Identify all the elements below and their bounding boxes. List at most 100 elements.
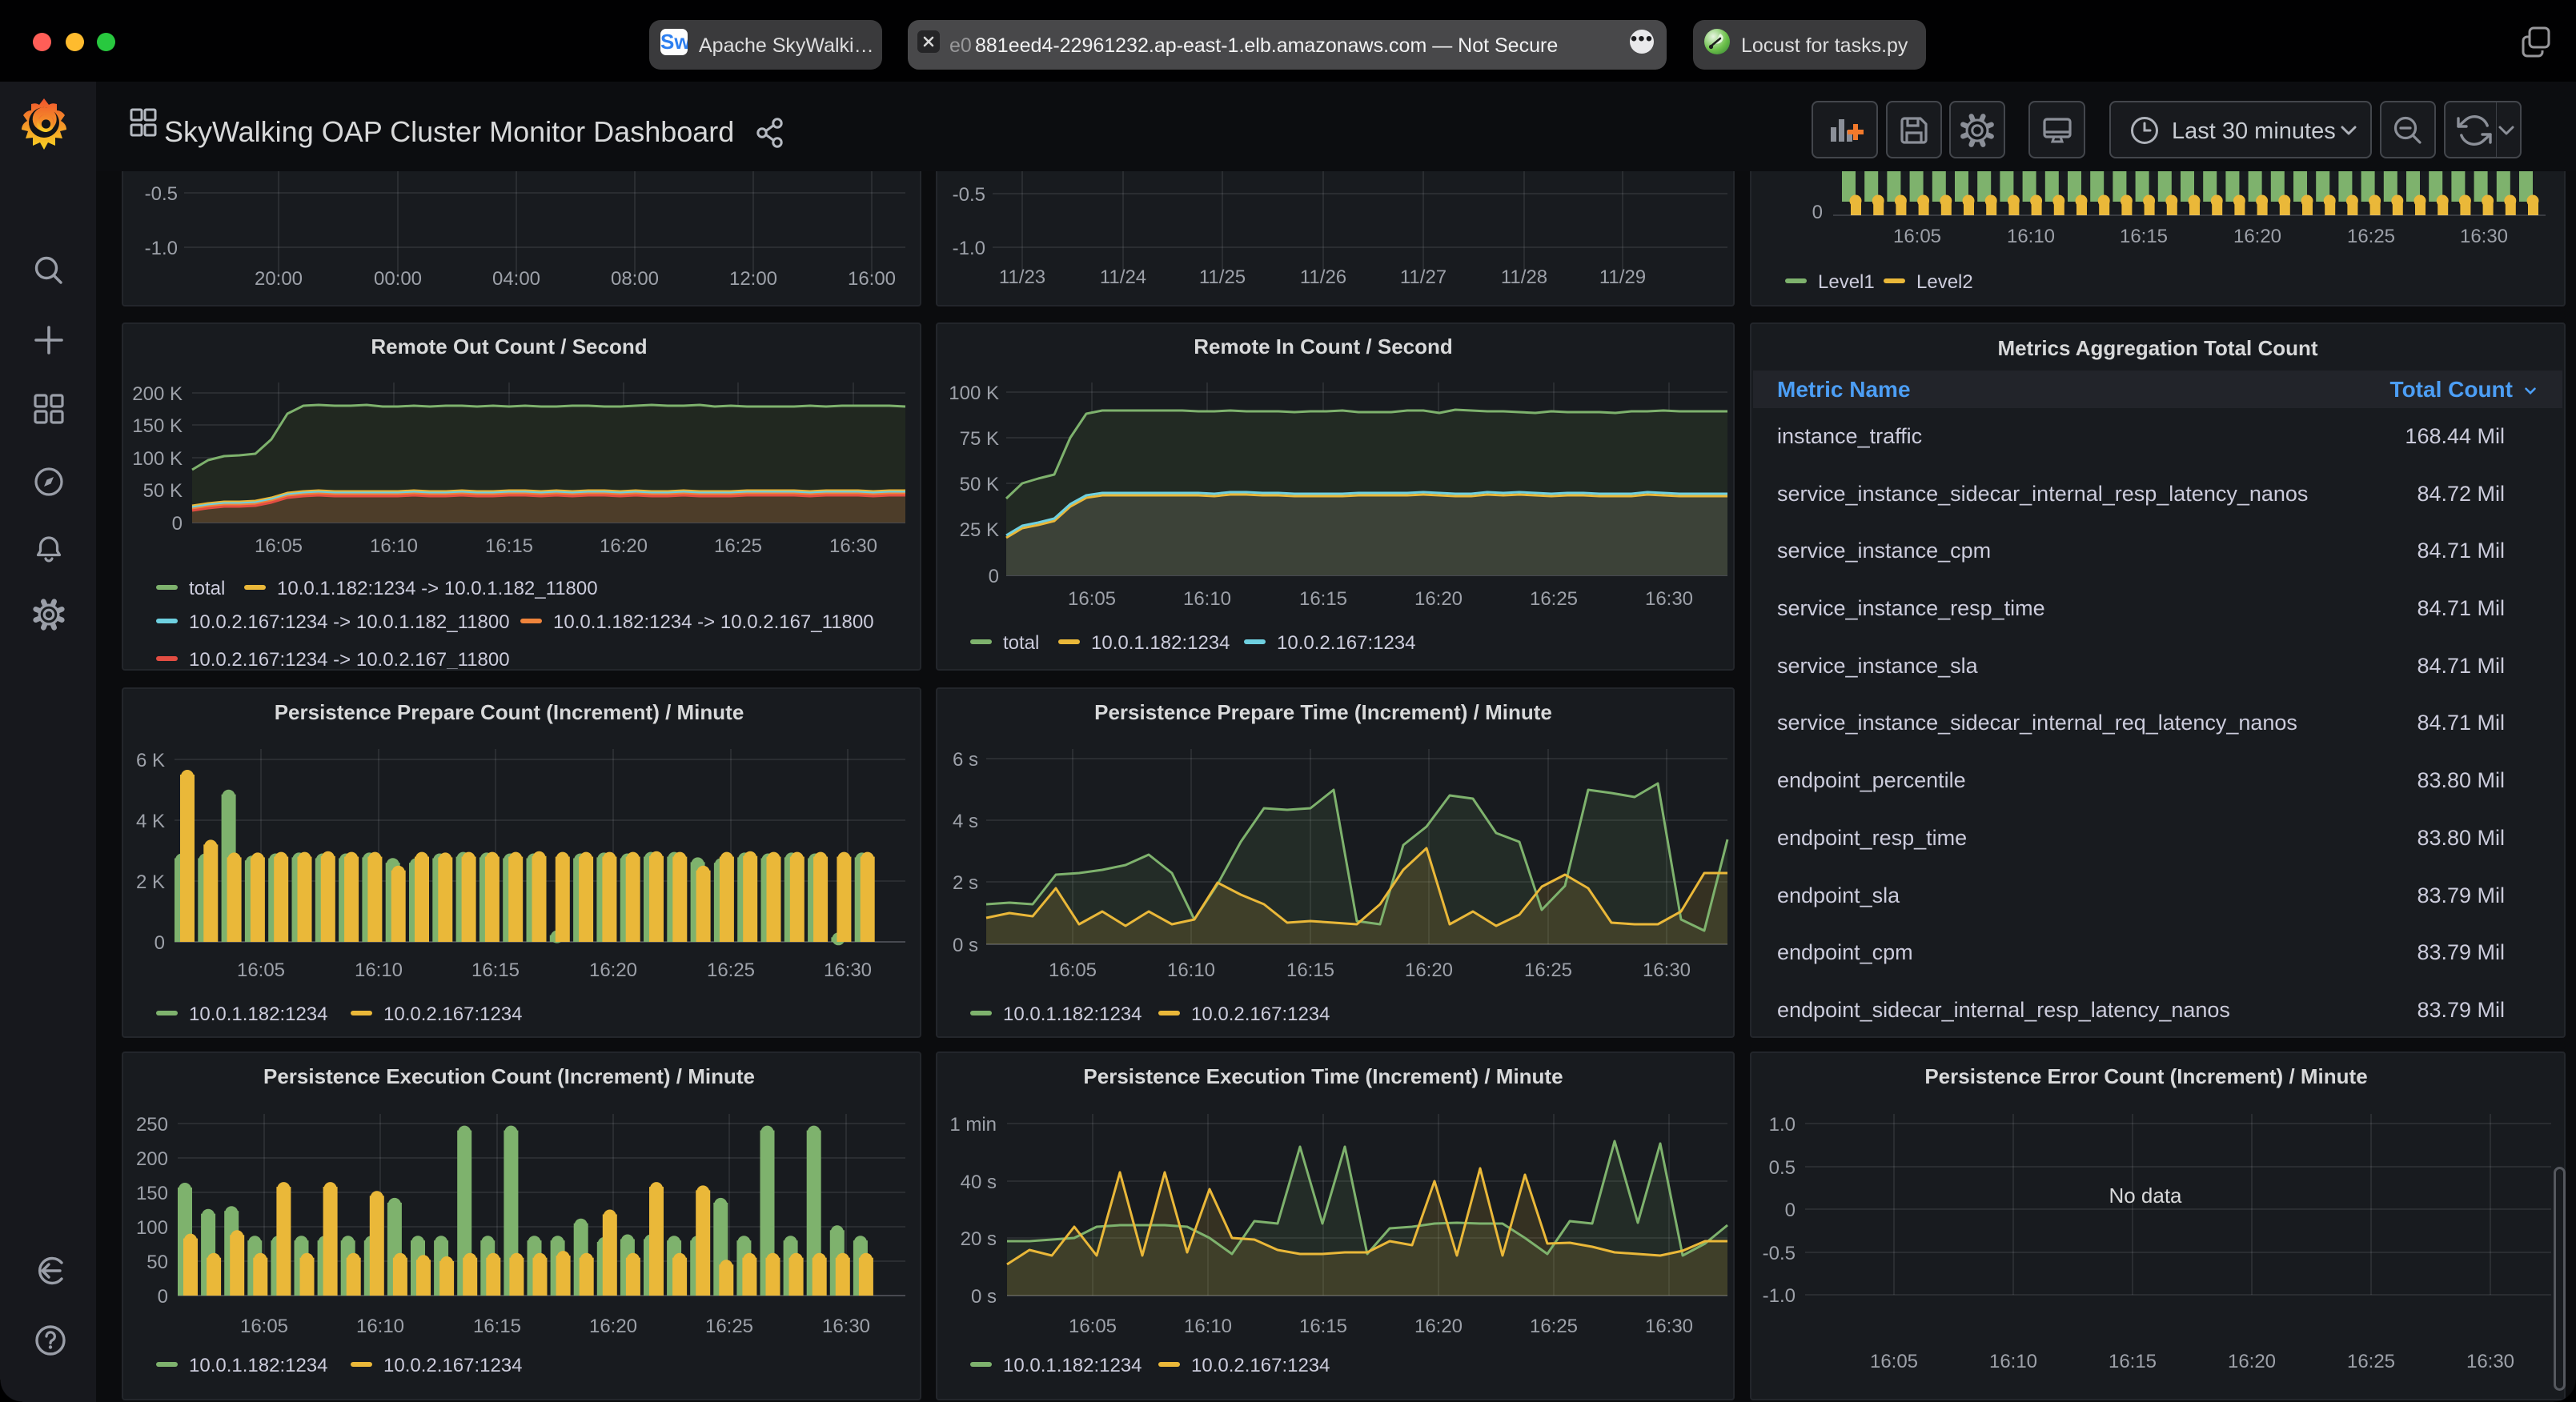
svg-text:40 s: 40 s bbox=[961, 1172, 997, 1193]
svg-text:16:15: 16:15 bbox=[2109, 1351, 2157, 1372]
svg-text:Level2: Level2 bbox=[1916, 271, 1973, 293]
svg-text:50 K: 50 K bbox=[143, 480, 183, 502]
svg-text:16:10: 16:10 bbox=[370, 535, 418, 557]
svg-text:16:05: 16:05 bbox=[1870, 1351, 1918, 1372]
svg-text:16:05: 16:05 bbox=[255, 535, 303, 557]
svg-text:16:10: 16:10 bbox=[2007, 226, 2055, 247]
svg-text:12:00: 12:00 bbox=[729, 268, 777, 290]
svg-text:1.0: 1.0 bbox=[1769, 1114, 1796, 1136]
svg-text:11/29: 11/29 bbox=[1599, 266, 1646, 288]
svg-text:16:30: 16:30 bbox=[2466, 1351, 2514, 1372]
svg-text:Remote Out Count / Second: Remote Out Count / Second bbox=[371, 334, 647, 359]
svg-text:16:15: 16:15 bbox=[2120, 226, 2168, 247]
svg-text:16:05: 16:05 bbox=[237, 959, 285, 981]
svg-text:10.0.1.182:1234: 10.0.1.182:1234 bbox=[189, 1355, 328, 1376]
svg-text:16:25: 16:25 bbox=[705, 1316, 753, 1337]
svg-text:-1.0: -1.0 bbox=[1763, 1285, 1796, 1307]
svg-text:00:00: 00:00 bbox=[374, 268, 422, 290]
svg-text:Persistence Error Count (Incre: Persistence Error Count (Increment) / Mi… bbox=[1924, 1064, 2367, 1088]
svg-text:Remote In Count / Second: Remote In Count / Second bbox=[1194, 334, 1453, 359]
svg-text:16:10: 16:10 bbox=[1183, 588, 1231, 610]
svg-text:75 K: 75 K bbox=[960, 428, 999, 450]
svg-text:16:20: 16:20 bbox=[1414, 588, 1463, 610]
svg-text:16:30: 16:30 bbox=[1645, 1316, 1693, 1337]
svg-text:10.0.2.167:1234 -> 10.0.1.182_: 10.0.2.167:1234 -> 10.0.1.182_11800 bbox=[189, 611, 510, 633]
svg-text:16:20: 16:20 bbox=[1414, 1316, 1463, 1337]
svg-text:16:20: 16:20 bbox=[600, 535, 648, 557]
svg-text:16:05: 16:05 bbox=[1068, 588, 1116, 610]
svg-text:11/23: 11/23 bbox=[999, 266, 1045, 288]
svg-text:10.0.1.182:1234 -> 10.0.1.182_: 10.0.1.182:1234 -> 10.0.1.182_11800 bbox=[277, 578, 598, 599]
svg-text:10.0.2.167:1234: 10.0.2.167:1234 bbox=[1191, 1355, 1330, 1376]
svg-text:50 K: 50 K bbox=[960, 474, 999, 495]
svg-text:08:00: 08:00 bbox=[611, 268, 659, 290]
svg-text:Persistence Execution Time (In: Persistence Execution Time (Increment) /… bbox=[1083, 1064, 1563, 1088]
svg-text:0: 0 bbox=[1785, 1200, 1796, 1221]
svg-text:16:05: 16:05 bbox=[1049, 959, 1097, 981]
svg-text:20 s: 20 s bbox=[961, 1228, 997, 1250]
svg-text:11/28: 11/28 bbox=[1501, 266, 1547, 288]
svg-text:20:00: 20:00 bbox=[255, 268, 303, 290]
svg-text:16:25: 16:25 bbox=[714, 535, 762, 557]
svg-text:-0.5: -0.5 bbox=[953, 184, 985, 206]
svg-text:16:25: 16:25 bbox=[2347, 1351, 2395, 1372]
svg-text:16:30: 16:30 bbox=[1645, 588, 1693, 610]
svg-text:4 K: 4 K bbox=[136, 811, 165, 832]
svg-text:04:00: 04:00 bbox=[492, 268, 540, 290]
svg-text:-0.5: -0.5 bbox=[1763, 1243, 1796, 1264]
svg-text:2 s: 2 s bbox=[953, 872, 978, 894]
svg-text:Persistence Prepare Time (Incr: Persistence Prepare Time (Increment) / M… bbox=[1094, 700, 1552, 724]
svg-text:16:15: 16:15 bbox=[473, 1316, 521, 1337]
svg-text:10.0.1.182:1234: 10.0.1.182:1234 bbox=[1003, 1355, 1142, 1376]
svg-text:16:25: 16:25 bbox=[707, 959, 755, 981]
svg-text:100 K: 100 K bbox=[949, 383, 999, 404]
svg-text:16:05: 16:05 bbox=[1069, 1316, 1117, 1337]
svg-text:10.0.2.167:1234: 10.0.2.167:1234 bbox=[383, 1355, 523, 1376]
svg-text:16:00: 16:00 bbox=[848, 268, 896, 290]
svg-text:100: 100 bbox=[136, 1217, 168, 1239]
svg-text:16:15: 16:15 bbox=[1286, 959, 1334, 981]
svg-text:16:05: 16:05 bbox=[240, 1316, 288, 1337]
svg-text:No data: No data bbox=[2109, 1184, 2182, 1208]
svg-text:200: 200 bbox=[136, 1148, 168, 1170]
svg-text:16:25: 16:25 bbox=[1530, 1316, 1578, 1337]
svg-text:2 K: 2 K bbox=[136, 871, 165, 893]
svg-text:4 s: 4 s bbox=[953, 811, 978, 832]
svg-text:10.0.2.167:1234 -> 10.0.2.167_: 10.0.2.167:1234 -> 10.0.2.167_11800 bbox=[189, 649, 510, 671]
svg-text:150: 150 bbox=[136, 1183, 168, 1204]
svg-text:16:30: 16:30 bbox=[2460, 226, 2508, 247]
svg-text:250: 250 bbox=[136, 1114, 168, 1136]
svg-text:Level1: Level1 bbox=[1818, 271, 1875, 293]
svg-text:16:30: 16:30 bbox=[822, 1316, 870, 1337]
svg-text:-0.5: -0.5 bbox=[145, 183, 178, 205]
svg-text:16:20: 16:20 bbox=[589, 1316, 637, 1337]
svg-text:11/27: 11/27 bbox=[1400, 266, 1446, 288]
svg-text:16:25: 16:25 bbox=[2347, 226, 2395, 247]
svg-text:total: total bbox=[1003, 632, 1039, 654]
svg-text:10.0.1.182:1234: 10.0.1.182:1234 bbox=[189, 1003, 328, 1025]
svg-text:16:30: 16:30 bbox=[1643, 959, 1691, 981]
svg-text:10.0.1.182:1234: 10.0.1.182:1234 bbox=[1003, 1003, 1142, 1025]
svg-text:16:10: 16:10 bbox=[355, 959, 403, 981]
svg-text:10.0.1.182:1234: 10.0.1.182:1234 bbox=[1091, 632, 1230, 654]
svg-text:-1.0: -1.0 bbox=[145, 238, 178, 259]
svg-text:16:20: 16:20 bbox=[589, 959, 637, 981]
svg-text:10.0.2.167:1234: 10.0.2.167:1234 bbox=[1277, 632, 1416, 654]
svg-text:Persistence Prepare Count (Inc: Persistence Prepare Count (Increment) / … bbox=[275, 700, 744, 724]
svg-text:16:15: 16:15 bbox=[485, 535, 533, 557]
svg-text:16:20: 16:20 bbox=[2228, 1351, 2276, 1372]
svg-text:0 s: 0 s bbox=[953, 935, 978, 956]
svg-text:100 K: 100 K bbox=[132, 448, 183, 470]
svg-text:11/25: 11/25 bbox=[1199, 266, 1246, 288]
svg-text:16:10: 16:10 bbox=[1989, 1351, 2037, 1372]
svg-text:10.0.1.182:1234 -> 10.0.2.167_: 10.0.1.182:1234 -> 10.0.2.167_11800 bbox=[553, 611, 874, 633]
svg-text:11/24: 11/24 bbox=[1100, 266, 1146, 288]
svg-text:1 min: 1 min bbox=[949, 1114, 997, 1136]
svg-text:16:20: 16:20 bbox=[2233, 226, 2281, 247]
svg-text:10.0.2.167:1234: 10.0.2.167:1234 bbox=[1191, 1003, 1330, 1025]
svg-text:6 K: 6 K bbox=[136, 750, 165, 771]
svg-text:-1.0: -1.0 bbox=[953, 238, 985, 259]
svg-text:0: 0 bbox=[172, 513, 183, 535]
svg-text:16:05: 16:05 bbox=[1893, 226, 1941, 247]
svg-text:50: 50 bbox=[146, 1252, 168, 1273]
